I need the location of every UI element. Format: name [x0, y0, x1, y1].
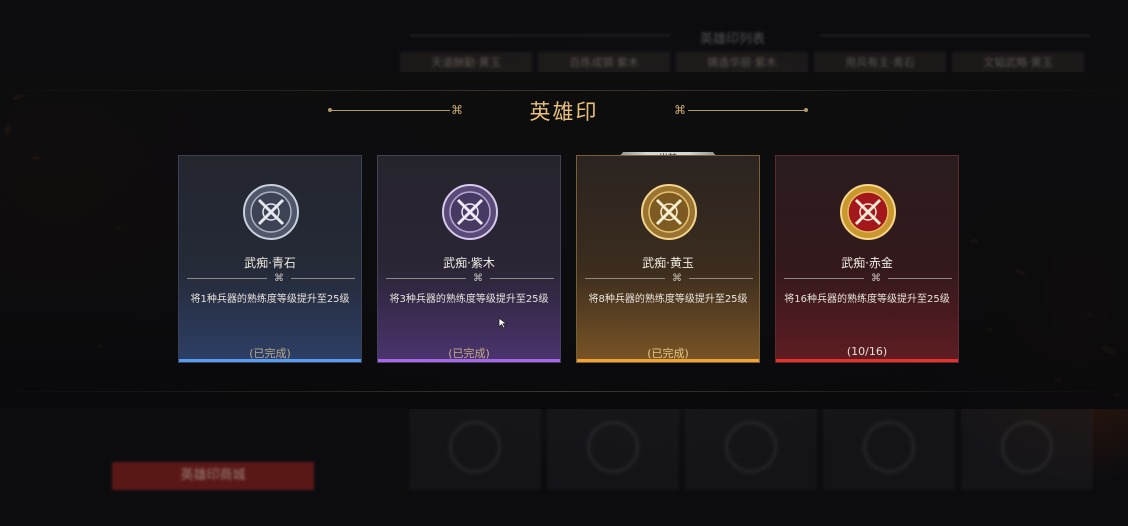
card-divider: ⌘ — [386, 273, 554, 284]
seal-card-description: 将3种兵器的熟练度等级提升至25级 — [389, 294, 549, 305]
seal-card-description: 将1种兵器的熟练度等级提升至25级 — [190, 294, 350, 305]
seal-card-chijin[interactable]: 武痴·赤金 ⌘ 将16种兵器的熟练度等级提升至25级 (10/16) — [775, 155, 959, 363]
seal-icon — [587, 421, 639, 473]
title-ornament-dot — [804, 108, 808, 112]
tier-color-bar — [179, 359, 361, 362]
seal-card-description: 将8种兵器的熟练度等级提升至25级 — [588, 294, 748, 305]
shop-button: 英雄印商城 — [112, 462, 314, 490]
bg-seal-slot — [824, 405, 954, 489]
divider-line — [888, 278, 952, 279]
bg-divider-left — [410, 35, 670, 36]
bg-seal-slot — [548, 405, 678, 489]
bg-seal-slot — [410, 405, 540, 489]
seal-icon — [1001, 421, 1053, 473]
divider-line — [291, 278, 355, 279]
knot-icon: ⌘ — [871, 273, 881, 284]
crossed-swords-emblem-icon — [442, 184, 498, 240]
card-divider: ⌘ — [784, 273, 952, 284]
tier-color-bar — [577, 359, 759, 362]
title-ornament-line-right — [688, 110, 804, 111]
seal-card-name: 武痴·青石 — [244, 256, 296, 270]
bg-list-title: 英雄印列表 — [700, 32, 766, 47]
divider-line — [585, 278, 665, 279]
background-seal-slots — [410, 405, 1092, 489]
divider-line — [689, 278, 753, 279]
card-divider: ⌘ — [187, 273, 355, 284]
divider-line — [386, 278, 466, 279]
knot-icon: ⌘ — [473, 273, 483, 284]
bg-tab: 百炼成钢·紫木 — [538, 52, 670, 74]
tier-color-bar — [776, 359, 958, 362]
knot-icon: ⌘ — [672, 273, 682, 284]
tier-color-bar — [378, 359, 560, 362]
mouse-cursor-icon — [498, 317, 508, 329]
seal-icon — [449, 421, 501, 473]
card-divider: ⌘ — [585, 273, 753, 284]
crossed-swords-emblem-icon — [243, 184, 299, 240]
bg-seal-slot — [962, 405, 1092, 489]
dialog-bottom-border — [0, 391, 1128, 392]
bg-tab: 天道酬勤·黄玉 — [400, 52, 532, 74]
dialog-top-border — [0, 90, 1128, 91]
knot-icon: ⌘ — [274, 273, 284, 284]
seal-card-zimu[interactable]: 武痴·紫木 ⌘ 将3种兵器的熟练度等级提升至25级 (已完成) — [377, 155, 561, 363]
seal-card-progress: (10/16) — [846, 345, 888, 358]
bg-tab: 用兵有主·青石 — [814, 52, 946, 74]
divider-line — [490, 278, 554, 279]
seal-card-name: 武痴·黄玉 — [642, 256, 694, 270]
seal-card-qingshi[interactable]: 武痴·青石 ⌘ 将1种兵器的熟练度等级提升至25级 (已完成) — [178, 155, 362, 363]
seal-card-huangyu[interactable]: 武痴·黄玉 ⌘ 将8种兵器的熟练度等级提升至25级 (已完成) — [576, 155, 760, 363]
knot-icon: ⌘ — [674, 103, 686, 117]
bg-seal-slot — [686, 405, 816, 489]
seal-icon — [725, 421, 777, 473]
background-hero-seal-list: 英雄印列表 天道酬勤·黄玉 百炼成钢·紫木 铸造华丽·紫木 用兵有主·青石 文韬… — [400, 20, 1100, 75]
bg-divider-right — [820, 35, 1090, 36]
crossed-swords-emblem-icon — [641, 184, 697, 240]
bg-tab: 铸造华丽·紫木 — [676, 52, 808, 74]
divider-line — [187, 278, 267, 279]
seal-card-name: 武痴·赤金 — [841, 256, 893, 270]
seal-card-description: 将16种兵器的熟练度等级提升至25级 — [784, 294, 950, 305]
seal-card-name: 武痴·紫木 — [443, 256, 495, 270]
bg-tab-row: 天道酬勤·黄玉 百炼成钢·紫木 铸造华丽·紫木 用兵有主·青石 文韬武略·黄玉 — [400, 52, 1084, 74]
dialog-title: 英雄印 — [529, 100, 599, 124]
seal-icon — [863, 421, 915, 473]
crossed-swords-emblem-icon — [840, 184, 896, 240]
divider-line — [784, 278, 864, 279]
bg-tab: 文韬武略·黄玉 — [952, 52, 1084, 74]
